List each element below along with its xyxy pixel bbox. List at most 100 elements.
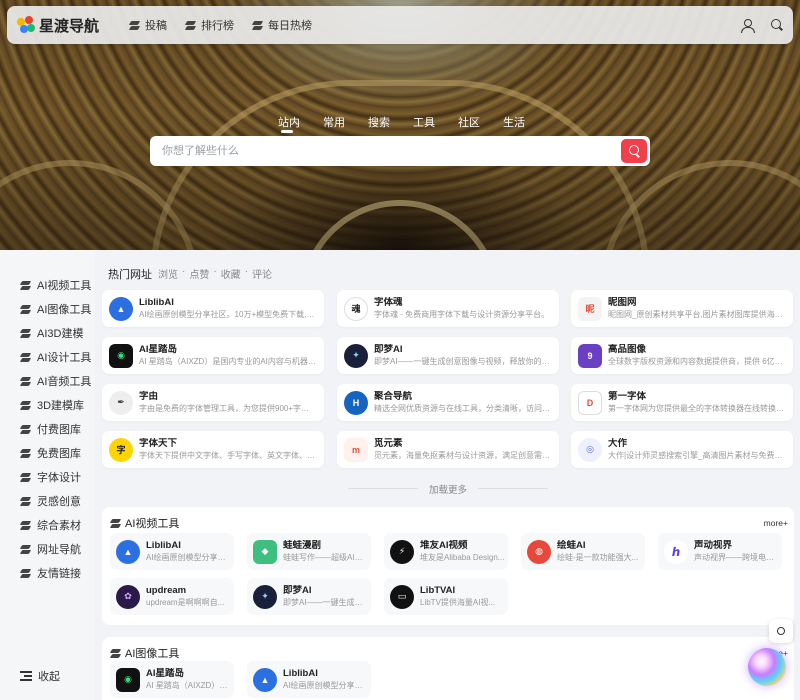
layers-icon	[252, 20, 263, 31]
tool-card[interactable]: ◍ 绘蛙AI 绘蛙-是一款功能强大...	[521, 533, 645, 570]
card-title: 即梦AI	[374, 344, 403, 355]
tab-common[interactable]: 常用	[323, 114, 368, 130]
sidebar-item-free-stock[interactable]: 免费图库	[0, 441, 95, 465]
jimeng-icon: ✦	[253, 584, 277, 609]
dazuo-icon: ◎	[578, 437, 602, 462]
tab-search[interactable]: 搜索	[368, 114, 413, 130]
card-desc: LibTV提供海量AI视...	[420, 598, 496, 607]
tool-card[interactable]: ✦ 即梦AI 即梦AI——一键生成创...	[247, 578, 371, 615]
layers-icon	[20, 448, 31, 459]
site-card[interactable]: 魂字体魂 字体魂 - 免费商用字体下载与设计资源分享平台。	[337, 290, 559, 327]
sidebar-item-ai-design[interactable]: AI设计工具	[0, 345, 95, 369]
sidebar-item-font-design[interactable]: 字体设计	[0, 465, 95, 489]
card-title: LibTVAI	[420, 585, 456, 596]
sidebar-item-ai-video[interactable]: AI视频工具	[0, 273, 95, 297]
filter-likes[interactable]: 点赞	[189, 266, 209, 281]
filter-views[interactable]: 浏览	[158, 266, 178, 281]
site-card[interactable]: ✒ 字由 字由是免费的字体管理工具，为您提供900+字体免...	[102, 384, 324, 421]
site-logo[interactable]: 星渡导航	[17, 15, 99, 36]
sidebar-item-friend-links[interactable]: 友情链接	[0, 561, 95, 585]
tool-card[interactable]: ▲ LiblibAI AI绘画原创模型分享社...	[110, 533, 234, 570]
collapse-button[interactable]: 收起	[20, 668, 60, 684]
shengdong-icon: ℎ	[664, 539, 688, 564]
site-card[interactable]: 昵昵图网 昵图网_原创素材共享平台,图片素材图库提供海量原...	[571, 290, 793, 327]
more-link[interactable]: more+	[764, 518, 788, 528]
load-more-button[interactable]: 加载更多	[102, 482, 794, 496]
card-desc: 绘蛙-是一款功能强大...	[557, 553, 639, 562]
tab-tools[interactable]: 工具	[413, 114, 458, 130]
sidebar-item-site-nav[interactable]: 网址导航	[0, 537, 95, 561]
search-input[interactable]	[150, 136, 621, 166]
user-icon[interactable]	[741, 18, 755, 33]
card-desc: updream是啊啊啊自...	[146, 598, 225, 607]
sidebar-item-label: 3D建模库	[37, 400, 85, 412]
card-title: 大作	[608, 438, 628, 449]
card-desc: 觅元素，海量免抠素材与设计资源，满足创意需求的...	[374, 451, 552, 460]
layers-icon	[20, 400, 31, 411]
site-card[interactable]: ▲ LiblibAI AI绘画原创模型分享社区。10万+模型免费下载,需计...	[102, 290, 324, 327]
card-desc: 第一字体网为您提供最全的字体转换器在线转换、艺...	[608, 404, 786, 413]
card-desc: AI 星踏岛（AIXZD）是国内专业的AI内容与机器人产...	[139, 357, 317, 366]
section-header: AI视频工具	[110, 515, 179, 531]
site-card[interactable]: 字字体天下 字体天下提供中文字体、手写字体、英文字体、图形...	[102, 431, 324, 468]
site-card[interactable]: D 第一字体 第一字体网为您提供最全的字体转换器在线转换、艺...	[571, 384, 793, 421]
top-nav: 投稿 排行榜 每日热榜	[129, 17, 312, 33]
sidebar-item-materials[interactable]: 综合素材	[0, 513, 95, 537]
sidebar-item-ai-image[interactable]: AI图像工具	[0, 297, 95, 321]
sidebar-item-label: 网址导航	[37, 544, 81, 556]
tool-card[interactable]: ◆ 蛙蛙漫剧 蛙蛙写作——超级AI智...	[247, 533, 371, 570]
sidebar-item-paid-stock[interactable]: 付费图库	[0, 417, 95, 441]
search-submit-button[interactable]	[621, 139, 647, 163]
ziyou-icon: ✒	[109, 390, 133, 415]
theme-toggle-button[interactable]	[769, 619, 793, 643]
sidebar-item-inspiration[interactable]: 灵感创意	[0, 489, 95, 513]
search-box	[150, 136, 650, 166]
tool-card[interactable]: ▲ LiblibAI AI绘画原创模型分享社...	[247, 661, 371, 698]
wawa-icon: ◆	[253, 539, 277, 564]
site-card[interactable]: 9 高品图像 全球数字版权资源和内容数据提供商，提供 6亿高品...	[571, 337, 793, 374]
filter-favorites[interactable]: 收藏	[221, 266, 241, 281]
nav-item-daily-hot[interactable]: 每日热榜	[252, 17, 312, 33]
ziti-tianxia-icon: 字	[109, 437, 133, 462]
site-card[interactable]: ◎ 大作 大作|设计师灵感搜索引擎_高清图片素材与免费版权...	[571, 431, 793, 468]
tab-community[interactable]: 社区	[458, 114, 503, 130]
sidebar-item-ai-3d[interactable]: AI3D建模	[0, 321, 95, 345]
logo-mark-icon	[17, 16, 35, 34]
tool-card[interactable]: ℎ 声动视界 声动视界——跨境电商...	[658, 533, 782, 570]
layers-icon	[20, 520, 31, 531]
jimeng-icon: ✦	[344, 343, 368, 368]
card-desc: AI绘画原创模型分享社区。10万+模型免费下载,需计...	[139, 310, 317, 319]
nav-item-ranking[interactable]: 排行榜	[185, 17, 234, 33]
duiyou-icon: ⚡	[390, 539, 414, 564]
card-title: 堆友AI视频	[420, 540, 468, 551]
tool-card[interactable]: ▭ LibTVAI LibTV提供海量AI视...	[384, 578, 508, 615]
filter-comments[interactable]: 评论	[252, 266, 272, 281]
site-card[interactable]: m 觅元素 觅元素，海量免抠素材与设计资源，满足创意需求的...	[337, 431, 559, 468]
site-card[interactable]: ✦ 即梦AI 即梦AI——一键生成创意图像与视频，释放你的无限...	[337, 337, 559, 374]
nav-item-submit[interactable]: 投稿	[129, 17, 167, 33]
layers-icon	[20, 544, 31, 555]
aixzd-icon: ◉	[116, 667, 140, 692]
card-desc: 字体天下提供中文字体、手写字体、英文字体、图形...	[139, 451, 317, 460]
card-title: 第一字体	[608, 391, 647, 402]
layers-icon	[20, 280, 31, 291]
sidebar-item-label: AI视频工具	[37, 280, 92, 292]
tab-site[interactable]: 站内	[278, 114, 323, 133]
site-card[interactable]: H 聚合导航 精选全网优质资源与在线工具，分类清晰，访问便捷...	[337, 384, 559, 421]
card-desc: 蛙蛙写作——超级AI智...	[283, 553, 369, 562]
sidebar-item-3d-models[interactable]: 3D建模库	[0, 393, 95, 417]
card-title: AI星踏岛	[146, 668, 185, 679]
layers-icon	[110, 518, 121, 529]
search-icon[interactable]	[771, 19, 783, 31]
tool-card[interactable]: ✿ updream updream是啊啊啊自...	[110, 578, 234, 615]
tool-card[interactable]: ◉ AI星踏岛 AI 星踏岛（AIXZD）是...	[110, 661, 234, 698]
layers-icon	[20, 376, 31, 387]
sidebar-item-ai-audio[interactable]: AI音频工具	[0, 369, 95, 393]
nipic-icon: 昵	[578, 296, 602, 321]
updream-icon: ✿	[116, 584, 140, 609]
sidebar-item-label: AI音频工具	[37, 376, 92, 388]
tab-life[interactable]: 生活	[503, 114, 548, 130]
site-card[interactable]: ◉ AI星踏岛 AI 星踏岛（AIXZD）是国内专业的AI内容与机器人产...	[102, 337, 324, 374]
tool-card[interactable]: ⚡ 堆友AI视频 堆友是Alibaba Design...	[384, 533, 508, 570]
ai-assistant-orb[interactable]	[748, 648, 786, 686]
